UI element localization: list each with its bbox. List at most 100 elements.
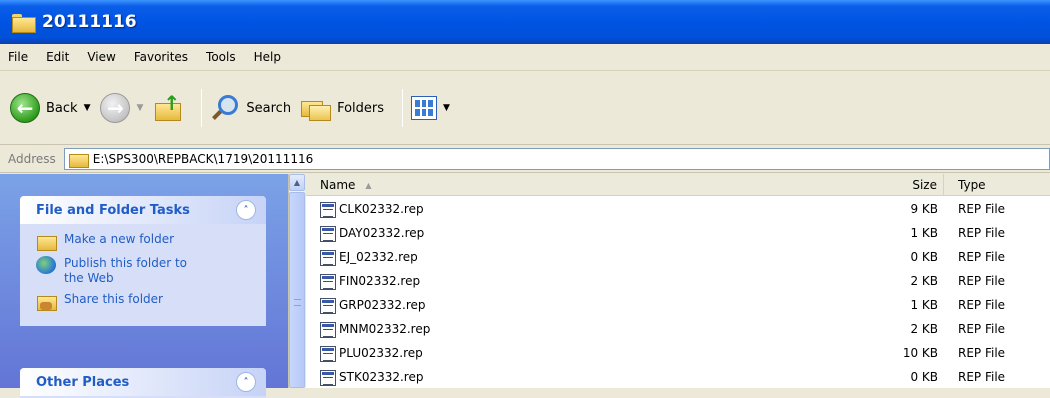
file-type: REP File xyxy=(958,250,1006,264)
task-make-new-folder[interactable]: Make a new folder xyxy=(36,232,256,251)
column-header-size[interactable]: Size xyxy=(886,174,944,196)
rep-file-icon xyxy=(320,346,336,362)
file-name: FIN02332.rep xyxy=(339,274,421,288)
rep-file-icon xyxy=(320,370,336,386)
file-type: REP File xyxy=(958,202,1006,216)
forward-dropdown-icon[interactable]: ▼ xyxy=(136,103,143,113)
file-name: EJ_02332.rep xyxy=(339,250,418,264)
views-dropdown-icon[interactable]: ▼ xyxy=(443,103,450,113)
rep-file-icon xyxy=(320,322,336,338)
table-row[interactable]: MNM02332.rep 2 KB REP File xyxy=(306,318,1050,342)
menu-bar: File Edit View Favorites Tools Help xyxy=(0,44,1050,71)
file-type: REP File xyxy=(958,370,1006,384)
window-title: 20111116 xyxy=(42,12,137,32)
up-folder-button[interactable]: ↑ xyxy=(153,93,183,123)
share-folder-icon xyxy=(36,292,57,311)
back-button[interactable]: ← Back ▼ xyxy=(10,93,90,123)
address-field[interactable]: E:\SPS300\REPBACK\1719\20111116 xyxy=(63,148,1050,170)
toolbar-separator xyxy=(201,89,203,127)
address-bar: Address E:\SPS300\REPBACK\1719\20111116 xyxy=(0,146,1050,173)
file-size: 1 KB xyxy=(910,298,938,312)
search-button[interactable]: Search xyxy=(210,93,291,123)
back-arrow-icon: ← xyxy=(10,93,40,123)
file-name: GRP02332.rep xyxy=(339,298,426,312)
file-folder-tasks-header[interactable]: File and Folder Tasks ˄ xyxy=(20,196,266,224)
file-folder-tasks-panel: File and Folder Tasks ˄ Make a new folde… xyxy=(20,196,266,326)
folder-icon xyxy=(68,152,89,168)
search-icon xyxy=(210,93,240,123)
rep-file-icon xyxy=(320,274,336,290)
menu-edit[interactable]: Edit xyxy=(46,50,69,64)
task-label: Share this folder xyxy=(64,292,163,306)
file-name: MNM02332.rep xyxy=(339,322,431,336)
address-path: E:\SPS300\REPBACK\1719\20111116 xyxy=(92,152,314,166)
task-label: Publish this folder to the Web xyxy=(64,256,187,285)
menu-help[interactable]: Help xyxy=(254,50,281,64)
menu-favorites[interactable]: Favorites xyxy=(134,50,188,64)
file-size: 0 KB xyxy=(910,370,938,384)
title-bar: 20111116 xyxy=(0,0,1050,44)
views-icon xyxy=(411,96,438,120)
task-share-folder[interactable]: Share this folder xyxy=(36,292,256,311)
file-size: 2 KB xyxy=(910,274,938,288)
menu-tools[interactable]: Tools xyxy=(206,50,236,64)
file-type: REP File xyxy=(958,346,1006,360)
menu-view[interactable]: View xyxy=(87,50,115,64)
vertical-scrollbar[interactable]: ▲ xyxy=(288,174,305,388)
forward-arrow-icon: → xyxy=(100,93,131,123)
task-publish-to-web[interactable]: Publish this folder to the Web xyxy=(36,256,256,286)
file-name: CLK02332.rep xyxy=(339,202,424,216)
column-header-type[interactable]: Type xyxy=(946,174,1050,196)
table-row[interactable]: PLU02332.rep 10 KB REP File xyxy=(306,342,1050,366)
file-list: Name ▲ Size Type CLK02332.rep 9 KB REP F… xyxy=(306,174,1050,388)
publish-web-icon xyxy=(36,256,56,274)
folders-button[interactable]: Folders xyxy=(301,95,384,121)
folders-icon xyxy=(301,95,332,121)
back-dropdown-icon[interactable]: ▼ xyxy=(84,103,91,113)
scroll-up-icon[interactable]: ▲ xyxy=(289,174,305,191)
file-name: STK02332.rep xyxy=(339,370,424,384)
search-label: Search xyxy=(246,100,292,116)
up-folder-icon: ↑ xyxy=(153,93,183,123)
column-type-label: Type xyxy=(958,178,986,192)
table-row[interactable]: STK02332.rep 0 KB REP File xyxy=(306,366,1050,390)
file-size: 1 KB xyxy=(910,226,938,240)
file-type: REP File xyxy=(958,226,1006,240)
table-row[interactable]: GRP02332.rep 1 KB REP File xyxy=(306,294,1050,318)
column-name-label: Name xyxy=(320,178,356,192)
table-row[interactable]: DAY02332.rep 1 KB REP File xyxy=(306,222,1050,246)
toolbar: ← Back ▼ → ▼ ↑ Search Folders ▼ xyxy=(0,72,1050,145)
new-folder-icon xyxy=(36,232,57,251)
menu-file[interactable]: File xyxy=(8,50,28,64)
table-row[interactable]: FIN02332.rep 2 KB REP File xyxy=(306,270,1050,294)
file-size: 9 KB xyxy=(910,202,938,216)
file-type: REP File xyxy=(958,274,1006,288)
file-type: REP File xyxy=(958,298,1006,312)
file-size: 2 KB xyxy=(910,322,938,336)
other-places-header[interactable]: Other Places ˄ xyxy=(20,368,266,396)
task-label: Make a new folder xyxy=(64,232,175,246)
other-places-panel: Other Places ˄ xyxy=(20,368,266,398)
folder-icon xyxy=(12,13,36,33)
file-type: REP File xyxy=(958,322,1006,336)
toolbar-separator xyxy=(402,89,404,127)
panel-title: File and Folder Tasks xyxy=(36,202,190,218)
table-row[interactable]: EJ_02332.rep 0 KB REP File xyxy=(306,246,1050,270)
rep-file-icon xyxy=(320,226,336,242)
table-row[interactable]: CLK02332.rep 9 KB REP File xyxy=(306,198,1050,222)
forward-button[interactable]: → ▼ xyxy=(100,93,143,123)
file-name: PLU02332.rep xyxy=(339,346,423,360)
scroll-thumb[interactable] xyxy=(289,192,305,388)
panel-title: Other Places xyxy=(36,374,130,390)
views-button[interactable]: ▼ xyxy=(411,96,450,120)
collapse-chevron-icon[interactable]: ˄ xyxy=(236,200,256,220)
file-rows: CLK02332.rep 9 KB REP File DAY02332.rep … xyxy=(306,198,1050,390)
collapse-chevron-icon[interactable]: ˄ xyxy=(236,372,256,392)
address-label: Address xyxy=(8,152,56,166)
task-pane: File and Folder Tasks ˄ Make a new folde… xyxy=(0,174,288,398)
file-name: DAY02332.rep xyxy=(339,226,425,240)
rep-file-icon xyxy=(320,202,336,218)
file-size: 0 KB xyxy=(910,250,938,264)
column-header-name[interactable]: Name ▲ xyxy=(306,174,944,196)
list-header: Name ▲ Size Type xyxy=(306,174,1050,196)
